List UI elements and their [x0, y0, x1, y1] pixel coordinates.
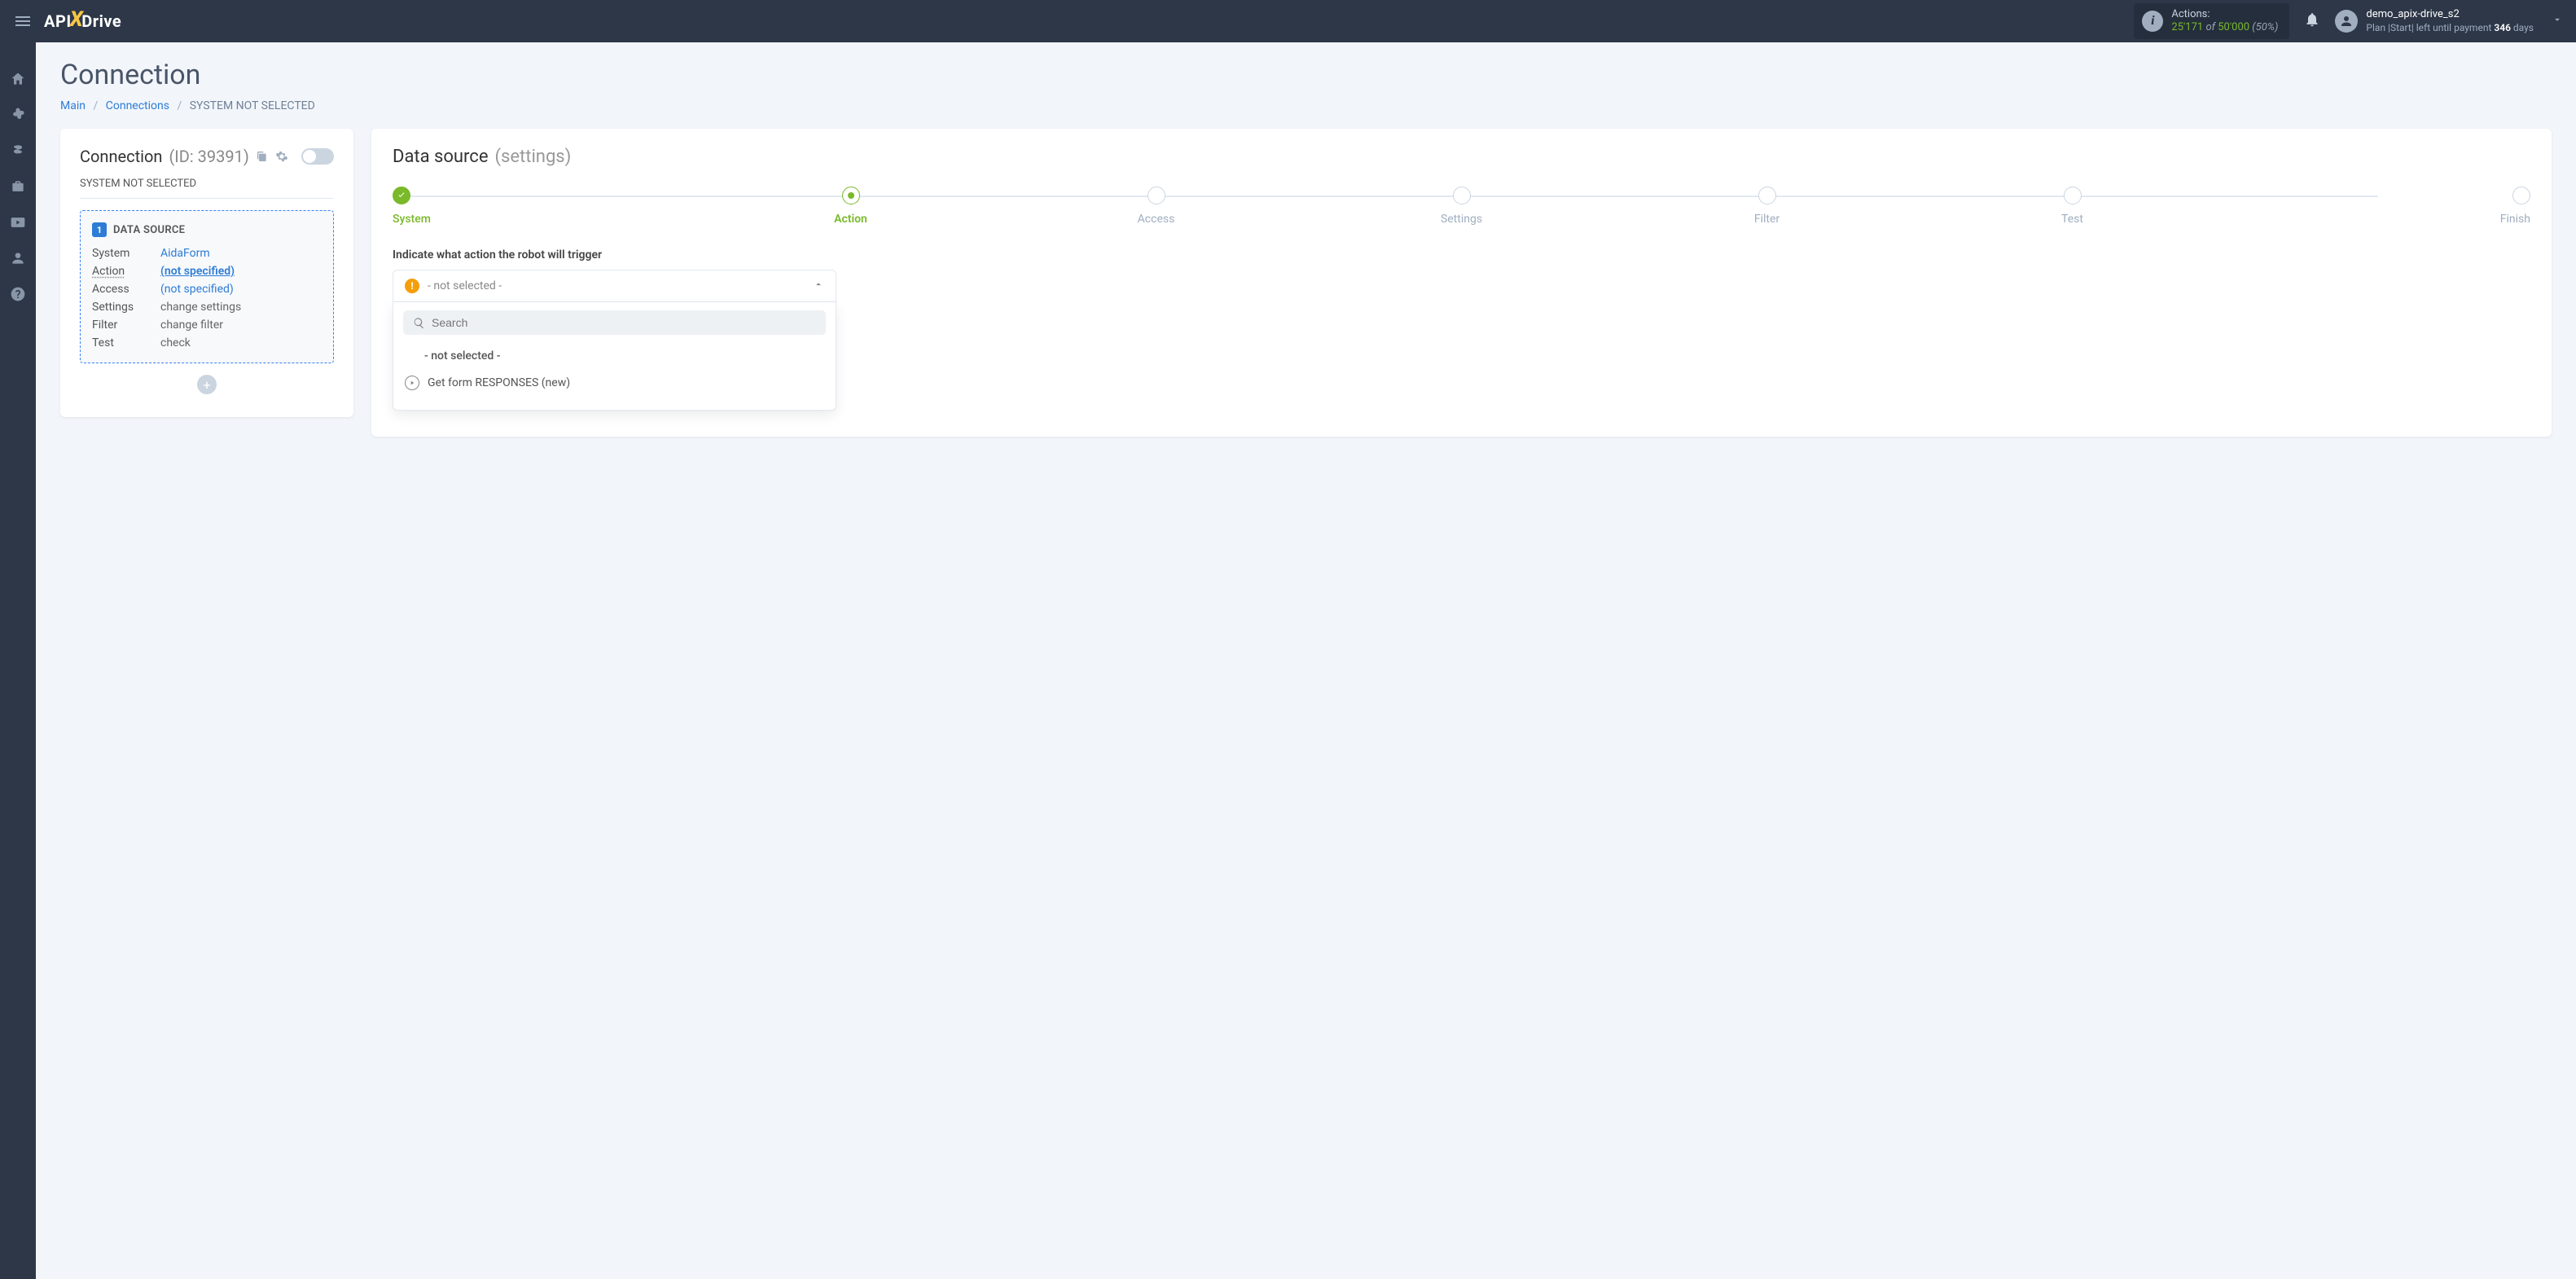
crumb-connections[interactable]: Connections [106, 99, 169, 112]
warning-icon: ! [405, 279, 419, 293]
connection-title: Connection [80, 147, 162, 166]
row-action-label: Action [92, 265, 160, 278]
actions-label: Actions: [2171, 8, 2278, 21]
bell-icon[interactable] [2304, 11, 2320, 31]
dropdown-panel: - not selected - Get form RESPONSES (new… [393, 302, 836, 411]
content: Connection Main / Connections / SYSTEM N… [36, 42, 2576, 1279]
row-action-value[interactable]: (not specified) [160, 265, 322, 278]
page-title: Connection [60, 59, 2552, 91]
user-plan: Plan |Start| left until payment 346 days [2366, 22, 2534, 34]
step-filter[interactable]: Filter [1614, 187, 1920, 226]
info-icon: i [2142, 11, 2163, 32]
row-settings-value[interactable]: change settings [160, 301, 322, 314]
step-settings[interactable]: Settings [1309, 187, 1614, 226]
actions-pct: (50%) [2252, 21, 2278, 33]
row-access-value[interactable]: (not specified) [160, 283, 322, 296]
row-system-label: System [92, 247, 160, 260]
row-settings-label: Settings [92, 301, 160, 314]
option-get-responses[interactable]: Get form RESPONSES (new) [403, 369, 826, 397]
crumb-main[interactable]: Main [60, 99, 86, 112]
nav-profile-icon[interactable] [9, 249, 27, 267]
step-finish[interactable]: Finish [2225, 187, 2530, 226]
settings-card: Data source (settings) System Action [371, 129, 2552, 437]
data-source-box[interactable]: 1 DATA SOURCE System AidaForm Action (no… [80, 210, 334, 363]
play-icon [405, 376, 419, 390]
dropdown-toggle[interactable]: ! - not selected - [393, 270, 836, 302]
row-test-value[interactable]: check [160, 336, 322, 349]
gear-icon[interactable] [275, 150, 288, 163]
actions-used: 25'171 [2171, 21, 2203, 33]
connection-toggle[interactable] [301, 148, 334, 165]
dropdown-search[interactable] [403, 310, 826, 335]
actions-counter[interactable]: i Actions: 25'171 of 50'000 (50%) [2134, 3, 2289, 40]
sidenav [0, 42, 36, 1279]
nav-home-icon[interactable] [9, 70, 27, 88]
nav-billing-icon[interactable] [9, 142, 27, 160]
row-filter-value[interactable]: change filter [160, 319, 322, 332]
actions-total: 50'000 [2218, 21, 2249, 33]
right-title: Data source [393, 147, 489, 167]
search-icon [413, 317, 425, 329]
user-name: demo_apix-drive_s2 [2366, 8, 2534, 21]
row-access-label: Access [92, 283, 160, 296]
connection-id: (ID: 39391) [169, 147, 248, 166]
avatar-icon [2335, 10, 2358, 33]
connection-card: Connection (ID: 39391) SYSTEM NOT SELECT… [60, 129, 353, 417]
chevron-up-icon [813, 279, 824, 293]
option-not-selected[interactable]: - not selected - [403, 343, 826, 369]
logo[interactable]: APIXDrive [44, 9, 121, 33]
row-filter-label: Filter [92, 319, 160, 332]
nav-video-icon[interactable] [9, 213, 27, 231]
crumb-current: SYSTEM NOT SELECTED [190, 99, 315, 112]
hamburger-icon[interactable] [13, 11, 33, 31]
breadcrumb: Main / Connections / SYSTEM NOT SELECTED [60, 99, 2552, 112]
step-system[interactable]: System [393, 187, 698, 226]
topbar: APIXDrive i Actions: 25'171 of 50'000 (5… [0, 0, 2576, 42]
action-dropdown: ! - not selected - - not selected - Get … [393, 270, 836, 411]
right-sub: (settings) [495, 147, 572, 167]
nav-help-icon[interactable] [9, 285, 27, 303]
user-menu[interactable]: demo_apix-drive_s2 Plan |Start| left unt… [2335, 8, 2563, 33]
connection-subtitle: SYSTEM NOT SELECTED [80, 178, 334, 199]
step-test[interactable]: Test [1920, 187, 2225, 226]
step-access[interactable]: Access [1003, 187, 1309, 226]
row-system-value[interactable]: AidaForm [160, 247, 322, 260]
step-action[interactable]: Action [698, 187, 1003, 226]
dropdown-selected: - not selected - [428, 279, 805, 292]
data-source-heading: DATA SOURCE [113, 224, 185, 236]
nav-connections-icon[interactable] [9, 106, 27, 124]
actions-of: of [2205, 21, 2215, 33]
step-badge: 1 [92, 222, 107, 237]
action-prompt: Indicate what action the robot will trig… [393, 248, 2530, 262]
chevron-down-icon[interactable] [2552, 14, 2563, 29]
copy-icon[interactable] [256, 150, 269, 163]
search-input[interactable] [432, 316, 816, 329]
row-test-label: Test [92, 336, 160, 349]
stepper: System Action Access Settings [393, 187, 2530, 226]
add-step-button[interactable]: + [197, 375, 217, 394]
nav-briefcase-icon[interactable] [9, 178, 27, 196]
